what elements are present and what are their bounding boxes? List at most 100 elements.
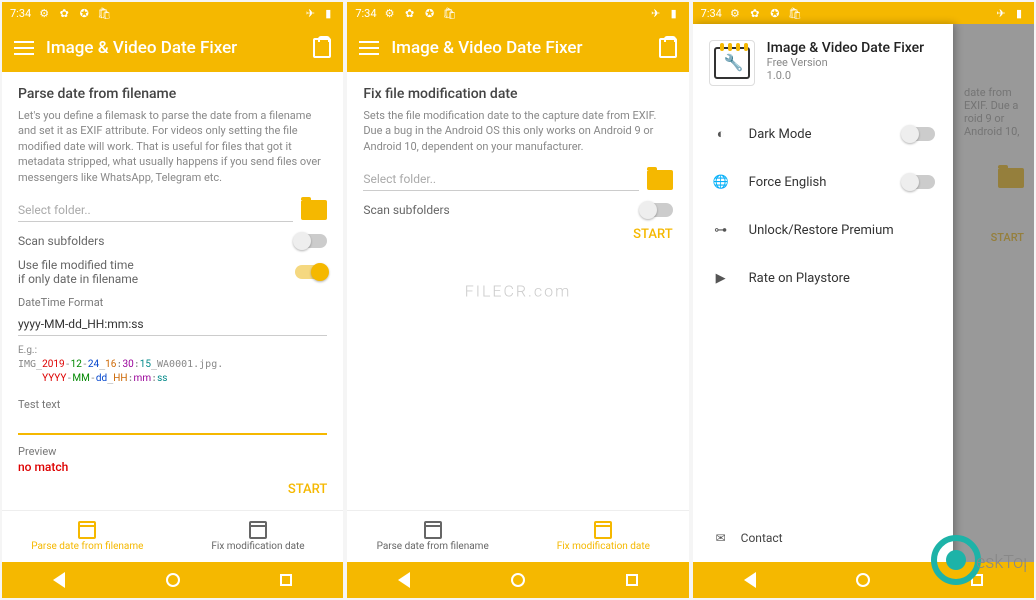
section-description: Let's you define a filemask to parse the… — [18, 108, 327, 185]
preview-label: Preview — [18, 445, 327, 458]
phone-screen-2: 7:34 ⚙ ✿ ✪ 🛍 ✈ ▮ Image & Video Date Fixe… — [347, 2, 688, 598]
drawer-header: Image & Video Date Fixer Free Version 1.… — [693, 24, 953, 102]
recents-key[interactable] — [278, 572, 294, 588]
calendar-icon — [249, 521, 267, 539]
section-description: Sets the file modification date to the c… — [363, 108, 672, 154]
section-title: Parse date from filename — [18, 86, 327, 102]
language-icon: 🌐 — [711, 172, 731, 192]
navigation-bar — [693, 562, 1034, 598]
home-key[interactable] — [855, 572, 871, 588]
back-key[interactable] — [742, 572, 758, 588]
settings-icon: ⚙ — [728, 6, 742, 20]
play-store-icon: ▶ — [711, 268, 731, 288]
home-key[interactable] — [510, 572, 526, 588]
bag-icon: 🛍 — [443, 6, 457, 20]
mail-icon: ✉ — [711, 528, 731, 548]
phone-screen-3: 7:34 ⚙ ✿ ✪ 🛍 ✈ ▮ date from EXIF. Due a r… — [693, 2, 1034, 598]
folder-input[interactable]: Select folder.. — [363, 168, 638, 191]
tab-fix-modification[interactable]: Fix modification date — [518, 511, 689, 562]
clipboard-icon[interactable] — [313, 38, 331, 58]
back-key[interactable] — [396, 572, 412, 588]
content-area: Fix file modification date Sets the file… — [347, 72, 688, 510]
clipboard-icon[interactable] — [659, 38, 677, 58]
scan-subfolders-label: Scan subfolders — [363, 203, 449, 217]
drawer-item-contact[interactable]: ✉ Contact — [693, 514, 953, 562]
drawer-app-title: Image & Video Date Fixer — [767, 40, 924, 56]
app-bar: Image & Video Date Fixer — [347, 24, 688, 72]
drawer-item-rate[interactable]: ▶ Rate on Playstore — [693, 254, 953, 302]
drawer-item-force-english[interactable]: 🌐 Force English — [693, 158, 953, 206]
bag-icon: 🛍 — [97, 6, 111, 20]
calendar-icon — [78, 521, 96, 539]
app-bar: Image & Video Date Fixer — [2, 24, 343, 72]
content-area: Parse date from filename Let's you defin… — [2, 72, 343, 510]
navigation-bar — [347, 562, 688, 598]
status-time: 7:34 — [355, 7, 376, 20]
bag-icon: 🛍 — [788, 6, 802, 20]
status-time: 7:34 — [701, 7, 722, 20]
recents-key[interactable] — [624, 572, 640, 588]
status-bar: 7:34 ⚙ ✿ ✪ 🛍 ✈ ▮ — [693, 2, 1034, 24]
status-bar: 7:34 ⚙ ✿ ✪ 🛍 ✈ ▮ — [2, 2, 343, 24]
tab-parse-date[interactable]: Parse date from filename — [347, 511, 518, 562]
app-title: Image & Video Date Fixer — [46, 38, 301, 58]
use-modified-toggle[interactable] — [295, 265, 327, 279]
tab-parse-date[interactable]: Parse date from filename — [2, 511, 173, 562]
settings-icon: ⚙ — [37, 6, 51, 20]
use-modified-label: Use file modified time if only date in f… — [18, 258, 138, 286]
preview-result: no match — [18, 460, 327, 474]
drawer-version-number: 1.0.0 — [767, 69, 924, 82]
shield-icon: ✿ — [403, 6, 417, 20]
menu-icon[interactable] — [359, 41, 379, 55]
drawer-version-label: Free Version — [767, 56, 924, 69]
navigation-bar — [2, 562, 343, 598]
datetime-format-label: DateTime Format — [18, 296, 327, 309]
shield-icon: ✿ — [57, 6, 71, 20]
battery-icon: ▮ — [667, 6, 681, 20]
dark-mode-icon: ◐ — [711, 124, 731, 144]
airplane-icon: ✈ — [303, 6, 317, 20]
airplane-icon: ✈ — [994, 6, 1008, 20]
bottom-nav: Parse date from filename Fix modificatio… — [2, 510, 343, 562]
bug-icon: ✪ — [768, 6, 782, 20]
folder-icon[interactable] — [647, 170, 673, 190]
bug-icon: ✪ — [77, 6, 91, 20]
shield-icon: ✿ — [748, 6, 762, 20]
drawer-item-unlock[interactable]: ⊶ Unlock/Restore Premium — [693, 206, 953, 254]
app-icon — [709, 40, 755, 86]
app-title: Image & Video Date Fixer — [391, 38, 646, 58]
test-text-input[interactable] — [18, 415, 327, 435]
back-key[interactable] — [51, 572, 67, 588]
battery-icon: ▮ — [1012, 6, 1026, 20]
calendar-icon — [594, 521, 612, 539]
status-bar: 7:34 ⚙ ✿ ✪ 🛍 ✈ ▮ — [347, 2, 688, 24]
menu-icon[interactable] — [14, 41, 34, 55]
scan-subfolders-toggle[interactable] — [295, 234, 327, 248]
settings-icon: ⚙ — [383, 6, 397, 20]
home-key[interactable] — [165, 572, 181, 588]
recents-key[interactable] — [969, 572, 985, 588]
section-title: Fix file modification date — [363, 86, 672, 102]
drawer-list: ◐ Dark Mode 🌐 Force English ⊶ Unlock/Res… — [693, 102, 953, 514]
scan-subfolders-label: Scan subfolders — [18, 234, 104, 248]
start-button[interactable]: START — [363, 227, 672, 242]
tab-fix-modification[interactable]: Fix modification date — [173, 511, 344, 562]
example-text: E.g.: IMG_2019-12-24_16:30:15_WA0001.jpg… — [18, 344, 327, 386]
phone-screen-1: 7:34 ⚙ ✿ ✪ 🛍 ✈ ▮ Image & Video Date Fixe… — [2, 2, 343, 598]
airplane-icon: ✈ — [649, 6, 663, 20]
bug-icon: ✪ — [423, 6, 437, 20]
battery-icon: ▮ — [321, 6, 335, 20]
folder-input[interactable]: Select folder.. — [18, 199, 293, 222]
start-button[interactable]: START — [18, 482, 327, 497]
dark-mode-toggle[interactable] — [903, 127, 935, 141]
navigation-drawer: Image & Video Date Fixer Free Version 1.… — [693, 24, 953, 562]
datetime-format-input[interactable]: yyyy-MM-dd_HH:mm:ss — [18, 313, 327, 336]
test-text-label: Test text — [18, 398, 327, 411]
folder-icon[interactable] — [301, 200, 327, 220]
force-english-toggle[interactable] — [903, 175, 935, 189]
scan-subfolders-toggle[interactable] — [641, 203, 673, 217]
watermark: FILECR.com — [465, 282, 572, 301]
status-time: 7:34 — [10, 7, 31, 20]
drawer-item-dark-mode[interactable]: ◐ Dark Mode — [693, 110, 953, 158]
calendar-icon — [424, 521, 442, 539]
